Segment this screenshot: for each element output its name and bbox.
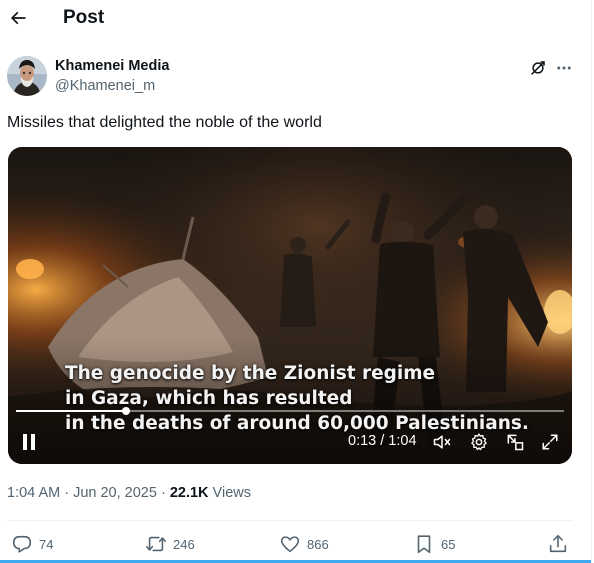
video-progress-bar[interactable] — [16, 407, 564, 415]
avatar[interactable] — [7, 56, 47, 96]
expand-icon — [542, 434, 558, 450]
mute-button[interactable] — [430, 431, 454, 453]
author-name[interactable]: Khamenei Media — [55, 58, 169, 75]
grok-icon — [531, 61, 545, 75]
arrow-left-icon — [10, 11, 26, 25]
bookmark-button[interactable]: 65 — [413, 533, 455, 555]
post-meta: 1:04 AM · Jun 20, 2025 · 22.1K Views — [7, 485, 251, 502]
page-title: Post — [63, 7, 105, 28]
repost-icon — [146, 536, 166, 552]
reply-icon — [12, 535, 32, 553]
repost-button[interactable]: 246 — [145, 533, 195, 555]
video-progress-fill — [16, 410, 126, 412]
author-handle[interactable]: @Khamenei_m — [55, 78, 155, 95]
avatar-image — [7, 56, 47, 96]
repost-count: 246 — [173, 536, 195, 552]
reply-count: 74 — [39, 536, 54, 552]
pause-button[interactable] — [18, 431, 40, 453]
video-time: 0:13 / 1:04 — [348, 433, 417, 449]
reply-button[interactable]: 74 — [11, 533, 53, 555]
share-button[interactable] — [547, 533, 569, 555]
share-icon — [549, 534, 567, 553]
bookmark-count: 65 — [441, 536, 456, 552]
video-progress-handle[interactable] — [121, 407, 130, 415]
settings-button[interactable] — [467, 431, 491, 453]
picture-in-picture-icon — [507, 434, 524, 451]
subtitle-line: The genocide by the Zionist regime — [65, 363, 436, 384]
video-subtitle: The genocide by the Zionist regime in Ga… — [65, 361, 529, 436]
views-label: Views — [208, 485, 251, 501]
like-button[interactable]: 866 — [279, 533, 329, 555]
more-options-button[interactable] — [553, 58, 575, 78]
subtitle-line: in the deaths of around 60,000 Palestini… — [65, 413, 529, 434]
fullscreen-button[interactable] — [538, 431, 562, 453]
grok-button[interactable] — [528, 58, 548, 78]
post-timestamp[interactable]: 1:04 AM · Jun 20, 2025 · — [7, 485, 170, 501]
post-text: Missiles that delighted the noble of the… — [7, 114, 322, 131]
gear-icon — [471, 433, 487, 451]
top-bar: Post — [0, 0, 591, 38]
more-dots-icon — [557, 66, 571, 70]
back-button[interactable] — [6, 6, 30, 30]
bookmark-icon — [417, 535, 431, 554]
heart-icon — [280, 536, 300, 553]
pause-icon — [23, 434, 35, 450]
video-player[interactable]: The genocide by the Zionist regime in Ga… — [8, 147, 572, 464]
picture-in-picture-button[interactable] — [503, 431, 527, 453]
column-border — [591, 0, 592, 563]
views-count: 22.1K — [169, 485, 209, 501]
divider — [7, 520, 573, 521]
like-count: 866 — [307, 536, 329, 552]
subtitle-line: in Gaza, which has resulted — [65, 388, 353, 409]
volume-muted-icon — [433, 435, 451, 449]
